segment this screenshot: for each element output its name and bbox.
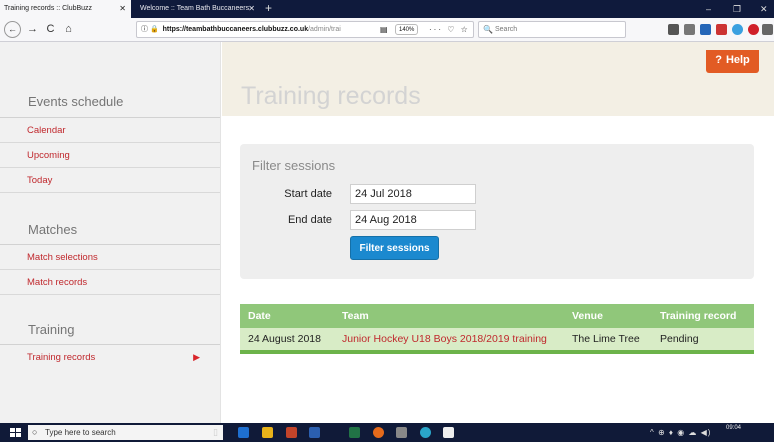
column-header-date[interactable]: Date — [240, 304, 334, 328]
new-tab-icon[interactable]: + — [265, 0, 272, 17]
info-icon[interactable]: ⓘ — [141, 26, 148, 33]
browser-search-input[interactable]: 🔍 Search — [478, 21, 626, 38]
sidebar-heading-events: Events schedule — [28, 94, 124, 109]
sidebar-heading-training: Training — [28, 322, 75, 337]
end-date-label: End date — [287, 214, 332, 226]
column-header-venue[interactable]: Venue — [564, 304, 652, 328]
task-view-icon[interactable]: ▯ — [210, 427, 221, 438]
filter-sessions-button[interactable]: Filter sessions — [350, 236, 439, 260]
help-button[interactable]: ? Help — [706, 50, 759, 73]
sidebar-item-upcoming[interactable]: Upcoming — [0, 143, 220, 168]
forward-arrow-icon[interactable]: → — [24, 21, 41, 38]
training-records-table: Date Team Venue Training record 24 Augus… — [240, 304, 754, 354]
browser-nav-bar: ← → C ⌂ ⓘ 🔒 https://teambathbuccaneers.c… — [0, 18, 774, 42]
lock-icon[interactable]: 🔒 — [150, 26, 159, 33]
table-row[interactable]: 24 August 2018 Junior Hockey U18 Boys 20… — [240, 328, 754, 354]
sidebar-item-match-selections[interactable]: Match selections — [0, 245, 220, 270]
table-header-row: Date Team Venue Training record — [240, 304, 754, 328]
taskbar: ○ Type here to search ▯ ^ ⊕ ♦ ◉ ☁ ◀) 09:… — [0, 423, 774, 442]
column-header-training-record[interactable]: Training record — [652, 304, 754, 328]
tab-training-records[interactable]: Training records :: ClubBuzz ✕ — [0, 0, 131, 18]
url-host: https://teambathbuccaneers.clubbuzz.co.u… — [162, 26, 309, 33]
close-tab-icon[interactable]: ✕ — [119, 0, 126, 18]
column-header-team[interactable]: Team — [334, 304, 564, 328]
excel-icon[interactable] — [349, 427, 360, 438]
help-label: Help — [725, 54, 750, 66]
start-date-input[interactable] — [350, 184, 476, 204]
back-arrow-icon[interactable]: ← — [4, 21, 21, 38]
search-icon: 🔍 — [483, 25, 493, 34]
active-arrow-icon: ▶ — [193, 352, 200, 362]
library-icon[interactable] — [684, 24, 695, 35]
taskbar-search-input[interactable]: ○ Type here to search — [28, 425, 223, 440]
sidebar-item-label: Training records — [27, 352, 96, 363]
page-title: Training records — [241, 82, 421, 110]
firefox-icon[interactable] — [373, 427, 384, 438]
browser-tab-bar: Training records :: ClubBuzz ✕ Welcome :… — [0, 0, 774, 18]
sidebar-item-match-records[interactable]: Match records — [0, 270, 220, 295]
cell-team-link[interactable]: Junior Hockey U18 Boys 2018/2019 trainin… — [334, 328, 564, 354]
tab-welcome[interactable]: Welcome :: Team Bath Buccaneers ✕ — [136, 0, 260, 18]
cell-status: Pending — [652, 328, 754, 354]
calculator-icon[interactable] — [396, 427, 407, 438]
search-icon: ○ — [32, 427, 38, 437]
system-tray[interactable]: ^ ⊕ ♦ ◉ ☁ ◀) — [650, 423, 711, 442]
page-actions-icon[interactable]: ··· ♡ ☆ — [429, 22, 470, 37]
outlook-icon[interactable] — [238, 427, 249, 438]
sidebar-item-training-records[interactable]: Training records ▶ — [0, 345, 220, 370]
maximize-icon[interactable]: ❐ — [733, 0, 741, 18]
search-placeholder: Search — [495, 26, 518, 33]
windows-start-icon[interactable] — [10, 428, 21, 438]
extension-red-icon[interactable] — [716, 24, 727, 35]
reader-view-icon[interactable]: ▤ — [380, 22, 388, 37]
powerpoint-icon[interactable] — [286, 427, 297, 438]
cell-date: 24 August 2018 — [240, 328, 334, 354]
zoom-level[interactable]: 140% — [395, 24, 419, 35]
extension-adblock-icon[interactable] — [748, 24, 759, 35]
question-icon: ? — [715, 54, 722, 66]
close-window-icon[interactable]: ✕ — [760, 0, 768, 18]
sidebar: Events schedule Calendar Upcoming Today … — [0, 42, 221, 423]
tab-title: Welcome :: Team Bath Buccaneers — [140, 5, 250, 12]
reload-icon[interactable]: C — [42, 21, 59, 38]
clock[interactable]: 09:04 — [726, 425, 741, 432]
sidebar-heading-matches: Matches — [28, 222, 78, 237]
word-icon[interactable] — [309, 427, 320, 438]
extension-blue-icon[interactable] — [700, 24, 711, 35]
end-date-input[interactable] — [350, 210, 476, 230]
url-bar[interactable]: ⓘ 🔒 https://teambathbuccaneers.clubbuzz.… — [136, 21, 474, 38]
home-icon[interactable]: ⌂ — [60, 21, 77, 38]
filter-panel: Filter sessions Start date End date Filt… — [240, 144, 754, 279]
start-date-label: Start date — [284, 188, 332, 200]
sidebar-item-today[interactable]: Today — [0, 168, 220, 193]
sidebar-item-calendar[interactable]: Calendar — [0, 118, 220, 143]
app-globe-icon[interactable] — [420, 427, 431, 438]
page-header: Training records ? Help — [222, 42, 774, 116]
cell-venue: The Lime Tree — [564, 328, 652, 354]
downloads-icon[interactable] — [668, 24, 679, 35]
file-explorer-icon[interactable] — [262, 427, 273, 438]
url-path: /admin/trai — [308, 26, 341, 33]
extension-cloud-icon[interactable] — [732, 24, 743, 35]
tab-title: Training records :: ClubBuzz — [4, 5, 93, 12]
taskbar-search-placeholder: Type here to search — [45, 428, 116, 437]
menu-icon[interactable] — [762, 24, 773, 35]
filter-title: Filter sessions — [252, 158, 336, 173]
close-tab-icon[interactable]: ✕ — [248, 0, 255, 18]
minimize-icon[interactable]: – — [706, 0, 711, 18]
app-white-icon[interactable] — [443, 427, 454, 438]
page-viewport: Events schedule Calendar Upcoming Today … — [0, 42, 774, 423]
